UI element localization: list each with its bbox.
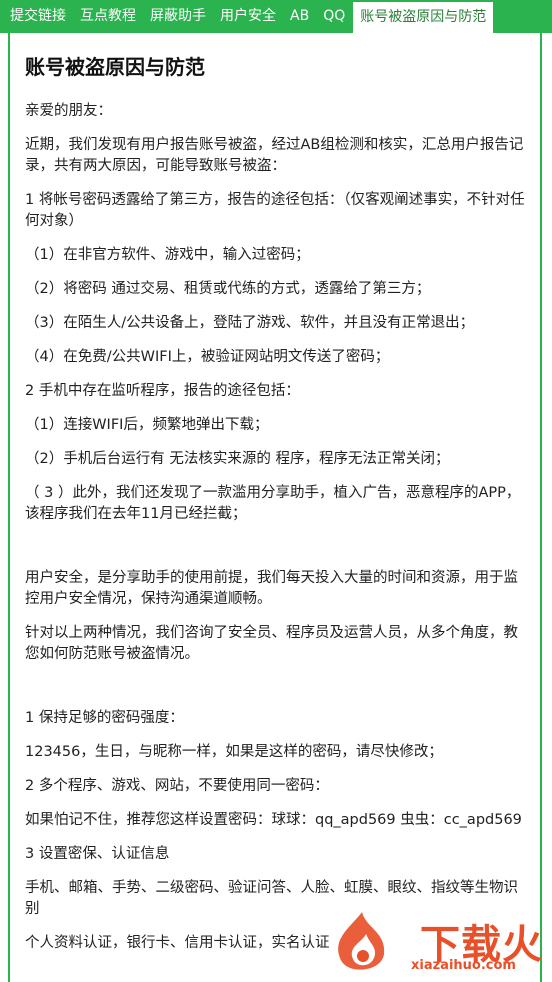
article-paragraph: （2）手机后台运行有 无法核实来源的 程序，程序无法正常关闭； bbox=[25, 451, 450, 467]
tab-block-helper[interactable]: 屏蔽助手 bbox=[143, 0, 213, 33]
article-paragraph: （2）将密码 通过交易、租赁或代练的方式，透露给了第三方； bbox=[25, 281, 431, 297]
article-paragraph: （1）连接WIFI后，频繁地弹出下载； bbox=[25, 417, 269, 433]
article-paragraph: 1 保持足够的密码强度： bbox=[25, 710, 184, 726]
article-paragraph: （4）在免费/公共WIFI上，被验证网站明文传送了密码； bbox=[25, 349, 390, 365]
tab-qq[interactable]: QQ bbox=[316, 0, 352, 33]
article-paragraph: 1 将帐号密码透露给了第三方，报告的途径包括：（仅客观阐述事实，不针对任何对象） bbox=[25, 192, 525, 229]
article-paragraph: 近期，我们发现有用户报告账号被盗，经过AB组检测和核实，汇总用户报告记录，共有两… bbox=[25, 137, 524, 174]
watermark-url: xiazaihuo.com bbox=[411, 958, 516, 973]
article-paragraph: （1）在非官方软件、游戏中，输入过密码； bbox=[25, 247, 310, 263]
tab-user-security[interactable]: 用户安全 bbox=[213, 0, 283, 33]
article-paragraph: 123456，生日，与昵称一样，如果是这样的密码，请尽快修改； bbox=[25, 744, 443, 760]
tab-submit-link[interactable]: 提交链接 bbox=[0, 0, 73, 33]
article: 账号被盗原因与防范 亲爱的朋友： 近期，我们发现有用户报告账号被盗，经过AB组检… bbox=[25, 33, 530, 967]
article-paragraph: 用户安全，是分享助手的使用前提，我们每天投入大量的时间和资源，用于监控用户安全情… bbox=[25, 570, 518, 607]
article-paragraph: （ 3 ）此外，我们还发现了一款滥用分享助手，植入广告，恶意程序的APP，该程序… bbox=[25, 485, 521, 522]
article-paragraph: 3 设置密保、认证信息 bbox=[25, 846, 170, 862]
article-paragraph: （3）在陌生人/公共设备上，登陆了游戏、软件，并且没有正常退出； bbox=[25, 315, 475, 331]
tab-mutual-tutorial[interactable]: 互点教程 bbox=[73, 0, 143, 33]
page-title: 账号被盗原因与防范 bbox=[25, 55, 205, 79]
tab-ab[interactable]: AB bbox=[283, 0, 316, 33]
article-paragraph: 亲爱的朋友： bbox=[25, 103, 112, 119]
article-paragraph: 如果怕记不住，推荐您这样设置密码：球球：qq_apd569 虫虫：cc_apd5… bbox=[25, 812, 522, 828]
tab-bar: 提交链接 互点教程 屏蔽助手 用户安全 AB QQ 账号被盗原因与防范 bbox=[0, 0, 552, 33]
tab-account-theft[interactable]: 账号被盗原因与防范 bbox=[352, 1, 495, 33]
article-paragraph: 2 手机中存在监听程序，报告的途径包括： bbox=[25, 383, 300, 399]
article-paragraph: 针对以上两种情况，我们咨询了安全员、程序员及运营人员，从多个角度，教您如何防范账… bbox=[25, 625, 518, 662]
article-paragraph: 2 多个程序、游戏、网站，不要使用同一密码： bbox=[25, 778, 329, 794]
